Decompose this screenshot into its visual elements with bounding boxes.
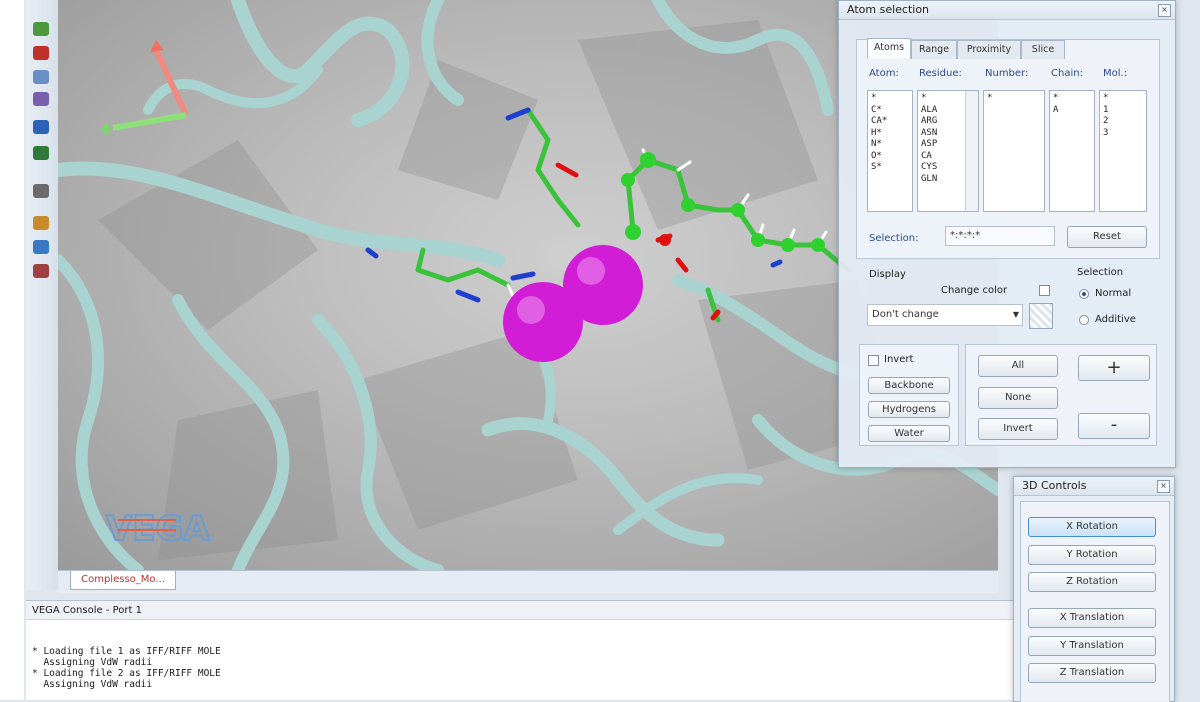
residue-scrollbar[interactable] xyxy=(965,91,978,211)
controls-3d-panel: 3D Controls × X Rotation Y Rotation Z Ro… xyxy=(1013,476,1175,702)
y-translation-button[interactable]: Y Translation xyxy=(1028,636,1156,656)
chain-list-item[interactable]: * xyxy=(1053,93,1091,105)
open-file-icon[interactable] xyxy=(33,22,49,36)
mol-list[interactable]: * 1 2 3 xyxy=(1099,90,1147,212)
backbone-button[interactable]: Backbone xyxy=(868,377,950,394)
selection-field[interactable]: *:*:*:* xyxy=(945,226,1055,246)
console-lines: * Loading file 1 as IFF/RIFF MOLE Assign… xyxy=(26,646,221,690)
mol-list-item[interactable]: * xyxy=(1103,93,1143,105)
chain-list[interactable]: * A xyxy=(1049,90,1095,212)
atom-column-label: Atom: xyxy=(869,68,899,79)
atom-list-item[interactable]: H* xyxy=(871,128,909,140)
select-actions-group: All None Invert + - xyxy=(965,344,1157,446)
change-color-label: Change color xyxy=(941,285,1008,296)
atom-selection-title: Atom selection × xyxy=(839,1,1175,20)
selection-mode-label: Selection xyxy=(1077,267,1124,278)
color-swatch[interactable] xyxy=(1029,303,1053,329)
invert-checkbox-label: Invert xyxy=(884,354,914,365)
console-line: Assigning VdW radii xyxy=(32,679,153,690)
hydrogens-button[interactable]: Hydrogens xyxy=(868,401,950,418)
console-title: VEGA Console - Port 1 xyxy=(26,600,1016,620)
minus-button[interactable]: - xyxy=(1078,413,1150,439)
normal-radio[interactable] xyxy=(1079,289,1089,299)
document-tab-bar: Complesso_Mo... xyxy=(58,570,998,593)
number-list[interactable]: * xyxy=(983,90,1045,212)
globe-icon[interactable] xyxy=(33,120,49,134)
ion-spheres xyxy=(503,245,643,362)
number-column-label: Number: xyxy=(985,68,1029,79)
z-translation-button[interactable]: Z Translation xyxy=(1028,663,1156,683)
chain-column-label: Chain: xyxy=(1051,68,1083,79)
water-button[interactable]: Water xyxy=(868,425,950,442)
additive-radio-label: Additive xyxy=(1095,314,1136,325)
selection-label: Selection: xyxy=(869,233,919,244)
atom-list-item[interactable]: C* xyxy=(871,105,909,117)
axes-gizmo xyxy=(100,40,189,135)
vega-logo: VEGA xyxy=(105,508,211,550)
atom-list[interactable]: * C* CA* H* N* O* S* xyxy=(867,90,913,212)
console-output[interactable]: * Loading file 1 as IFF/RIFF MOLE Assign… xyxy=(26,620,1016,700)
mol-column-label: Mol.: xyxy=(1103,68,1128,79)
residue-list[interactable]: * ALA ARG ASN ASP CA CYS GLN xyxy=(917,90,979,212)
y-rotation-button[interactable]: Y Rotation xyxy=(1028,545,1156,565)
monitor-icon[interactable] xyxy=(33,146,49,160)
quick-select-group: Invert Backbone Hydrogens Water xyxy=(859,344,959,446)
normal-radio-label: Normal xyxy=(1095,288,1132,299)
plus-button[interactable]: + xyxy=(1078,355,1150,381)
atom-list-item[interactable]: CA* xyxy=(871,116,909,128)
mol-list-item[interactable]: 1 xyxy=(1103,105,1143,117)
all-button[interactable]: All xyxy=(978,355,1058,377)
pencil-icon[interactable] xyxy=(33,216,49,230)
atom-selection-title-text: Atom selection xyxy=(847,3,930,16)
mol-list-item[interactable]: 3 xyxy=(1103,128,1143,140)
tab-proximity[interactable]: Proximity xyxy=(957,40,1021,59)
left-toolbar xyxy=(26,0,59,590)
close-icon[interactable]: × xyxy=(1157,480,1170,493)
atom-selection-tabs-area: Atoms Range Proximity Slice Atom: Residu… xyxy=(856,38,1160,259)
chain-list-item[interactable]: A xyxy=(1053,105,1091,117)
atom-list-item[interactable]: S* xyxy=(871,162,909,174)
tab-slice[interactable]: Slice xyxy=(1021,40,1065,59)
chevron-down-icon: ▼ xyxy=(1012,310,1019,319)
x-rotation-button[interactable]: X Rotation xyxy=(1028,517,1156,537)
controls-3d-title: 3D Controls × xyxy=(1014,477,1174,496)
z-rotation-button[interactable]: Z Rotation xyxy=(1028,572,1156,592)
display-select-value: Don't change xyxy=(872,309,939,320)
console-line: Assigning VdW radii xyxy=(32,657,153,668)
atom-selection-panel: Atom selection × Atoms Range Proximity S… xyxy=(838,0,1176,468)
change-color-checkbox[interactable] xyxy=(1039,285,1050,296)
protein-surface xyxy=(98,20,898,560)
paint-icon[interactable] xyxy=(33,240,49,254)
residue-column-label: Residue: xyxy=(919,68,962,79)
atom-list-item[interactable]: * xyxy=(871,93,909,105)
atom-list-item[interactable]: N* xyxy=(871,139,909,151)
display-select[interactable]: Don't change ▼ xyxy=(867,304,1023,326)
bonds-icon[interactable] xyxy=(33,92,49,106)
mol-list-item[interactable]: 2 xyxy=(1103,116,1143,128)
eraser-icon[interactable] xyxy=(33,264,49,278)
display-label: Display xyxy=(869,269,906,280)
tab-range[interactable]: Range xyxy=(911,40,957,59)
additive-radio[interactable] xyxy=(1079,315,1089,325)
tab-atoms[interactable]: Atoms xyxy=(867,38,911,59)
stop-icon[interactable] xyxy=(33,46,49,60)
none-button[interactable]: None xyxy=(978,387,1058,409)
console-line: * Loading file 1 as IFF/RIFF MOLE xyxy=(32,646,221,657)
close-icon[interactable]: × xyxy=(1158,4,1171,17)
invert-button[interactable]: Invert xyxy=(978,418,1058,440)
atom-list-item[interactable]: O* xyxy=(871,151,909,163)
molecule-icon[interactable] xyxy=(33,70,49,84)
number-list-item[interactable]: * xyxy=(987,93,1041,105)
controls-3d-title-text: 3D Controls xyxy=(1022,479,1087,492)
invert-checkbox[interactable] xyxy=(868,355,879,366)
cursor-icon[interactable] xyxy=(33,184,49,198)
document-tab[interactable]: Complesso_Mo... xyxy=(70,571,176,590)
x-translation-button[interactable]: X Translation xyxy=(1028,608,1156,628)
reset-button[interactable]: Reset xyxy=(1067,226,1147,248)
window-frame-left xyxy=(0,0,24,700)
console-line: * Loading file 2 as IFF/RIFF MOLE xyxy=(32,668,221,679)
